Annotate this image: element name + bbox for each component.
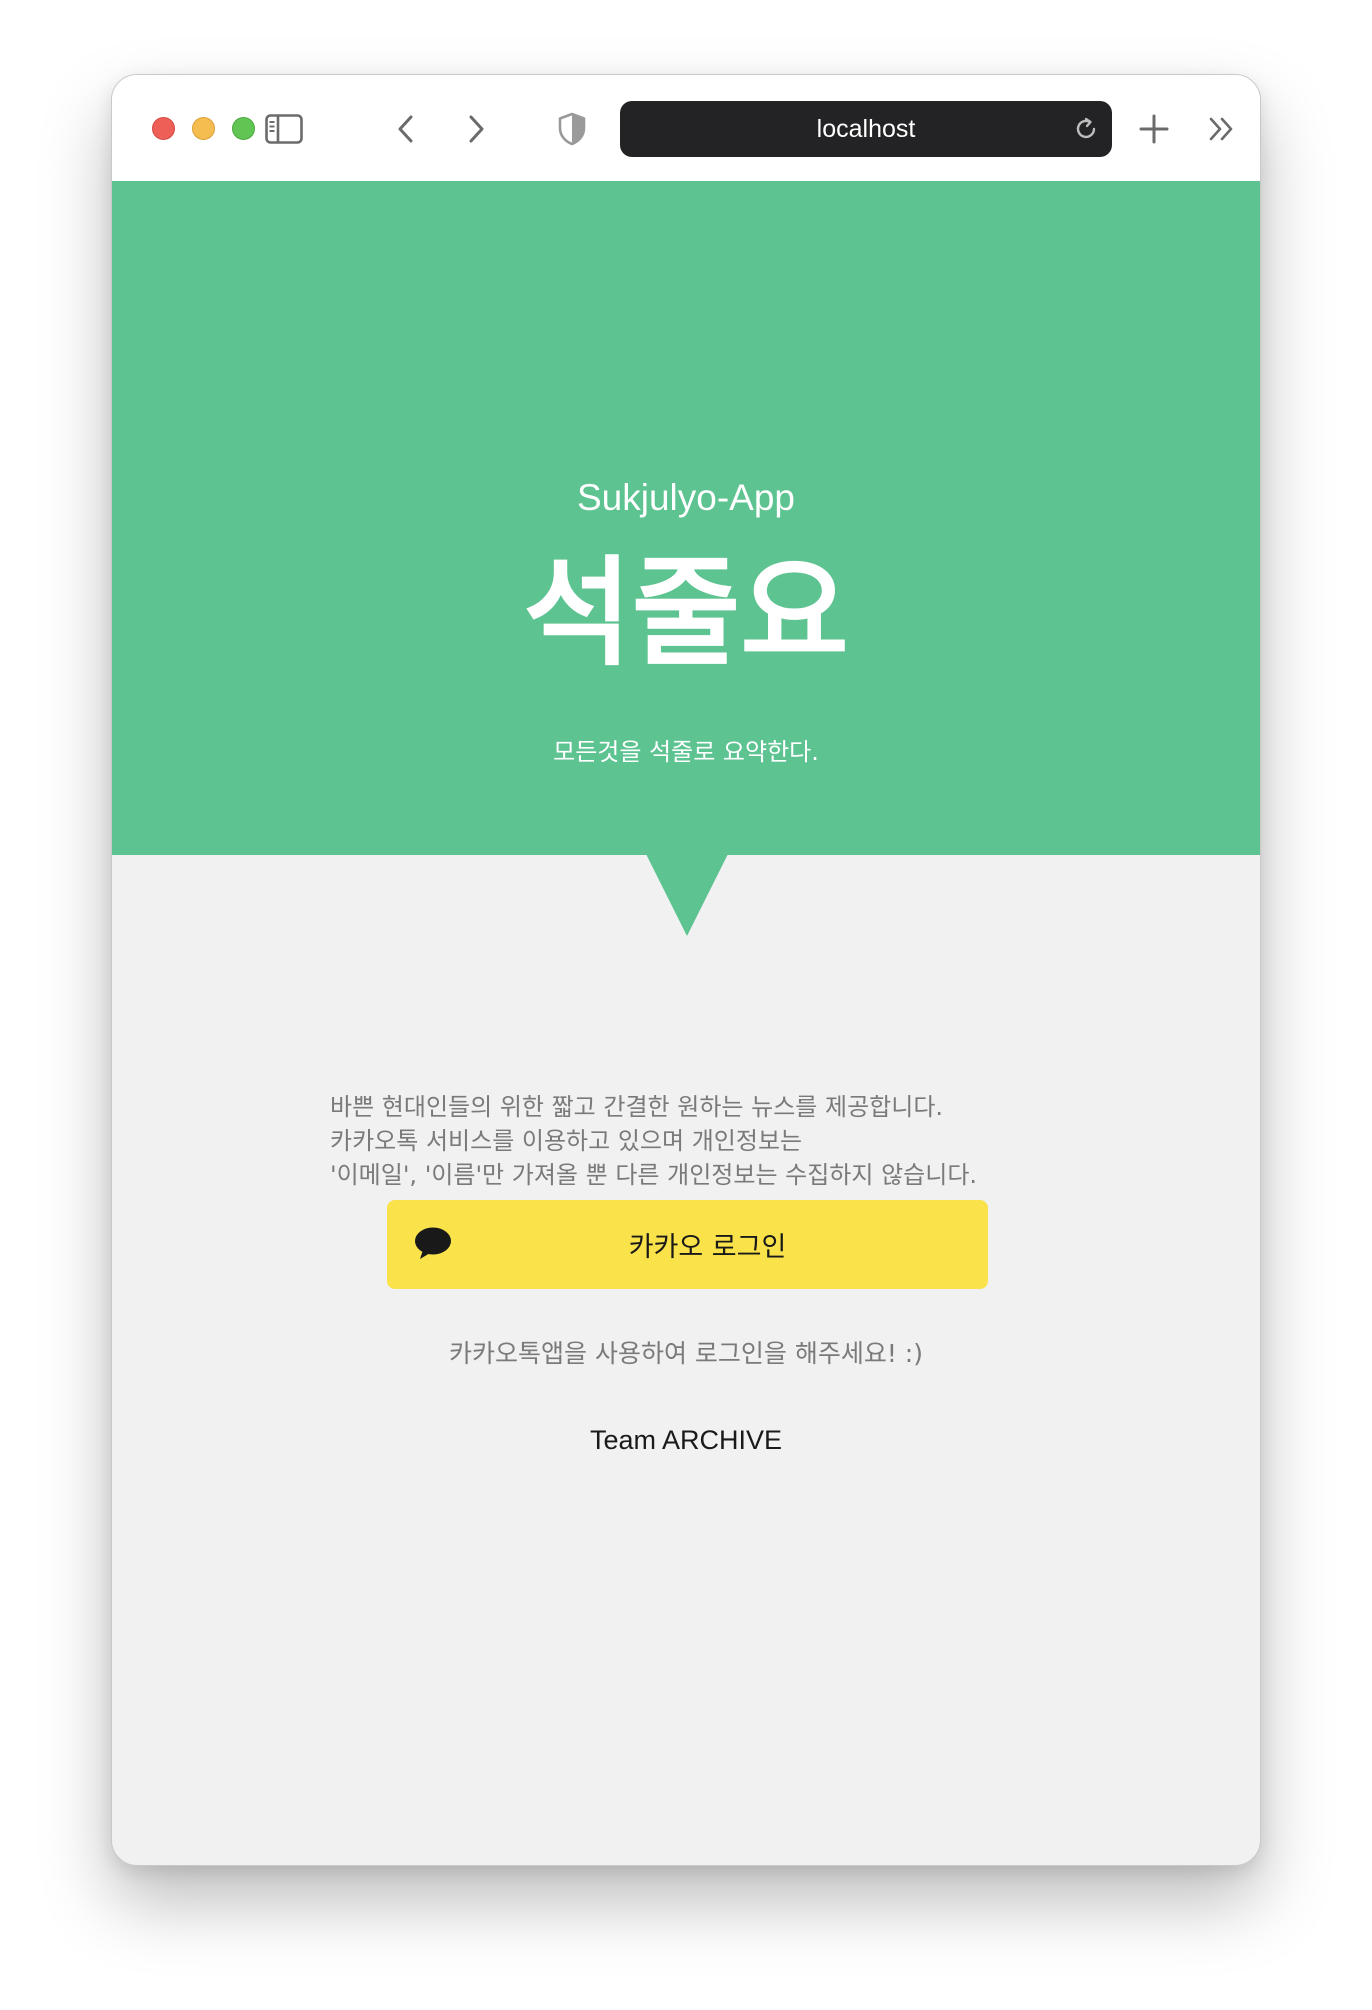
back-button[interactable] [384,107,428,151]
shield-icon [558,112,586,146]
description-line: 바쁜 현대인들의 위한 짧고 간결한 원하는 뉴스를 제공합니다. [330,1093,944,1121]
double-chevron-right-icon [1209,117,1233,141]
sidebar-icon [265,114,303,144]
chevron-right-icon [469,115,484,143]
reload-button[interactable] [1072,115,1100,143]
hero-pointer [646,854,728,936]
kakao-login-button[interactable]: 카카오 로그인 [387,1200,988,1289]
plus-icon [1139,114,1169,144]
minimize-window-button[interactable] [192,117,215,140]
team-credit: Team ARCHIVE [589,1425,783,1455]
privacy-report-button[interactable] [550,107,594,151]
more-tabs-button[interactable] [1200,107,1244,151]
description-line: 카카오톡 서비스를 이용하고 있으며 개인정보는 [330,1127,803,1155]
zoom-window-button[interactable] [232,117,255,140]
url-text: localhost [816,114,916,143]
description-line: '이메일', '이름'만 가져올 뿐 다른 개인정보는 수집하지 않습니다. [330,1161,978,1189]
hero-banner: Sukjulyo-App 석줄요 모든것을 석줄로 요약한다. [112,181,1260,855]
page-title: 석줄요 [523,544,849,682]
close-window-button[interactable] [152,117,175,140]
kakao-login-label: 카카오 로그인 [628,1232,787,1263]
sidebar-toggle-button[interactable] [262,107,306,151]
browser-toolbar: localhost [112,75,1260,181]
tagline: 모든것을 석줄로 요약한다. [553,738,819,766]
address-bar[interactable]: localhost [620,101,1112,157]
new-tab-button[interactable] [1132,107,1176,151]
login-hint: 카카오톡앱을 사용하여 로그인을 해주세요! :) [449,1339,923,1368]
forward-button[interactable] [454,107,498,151]
reload-icon [1076,117,1096,139]
app-name: Sukjulyo-App [576,477,795,518]
chevron-left-icon [398,115,413,143]
browser-window: localhost Sukjulyo-App 석줄요 모든것을 석줄로 요약한다… [111,74,1261,1866]
service-description: 바쁜 현대인들의 위한 짧고 간결한 원하는 뉴스를 제공합니다. 카카오톡 서… [330,1090,1050,1192]
